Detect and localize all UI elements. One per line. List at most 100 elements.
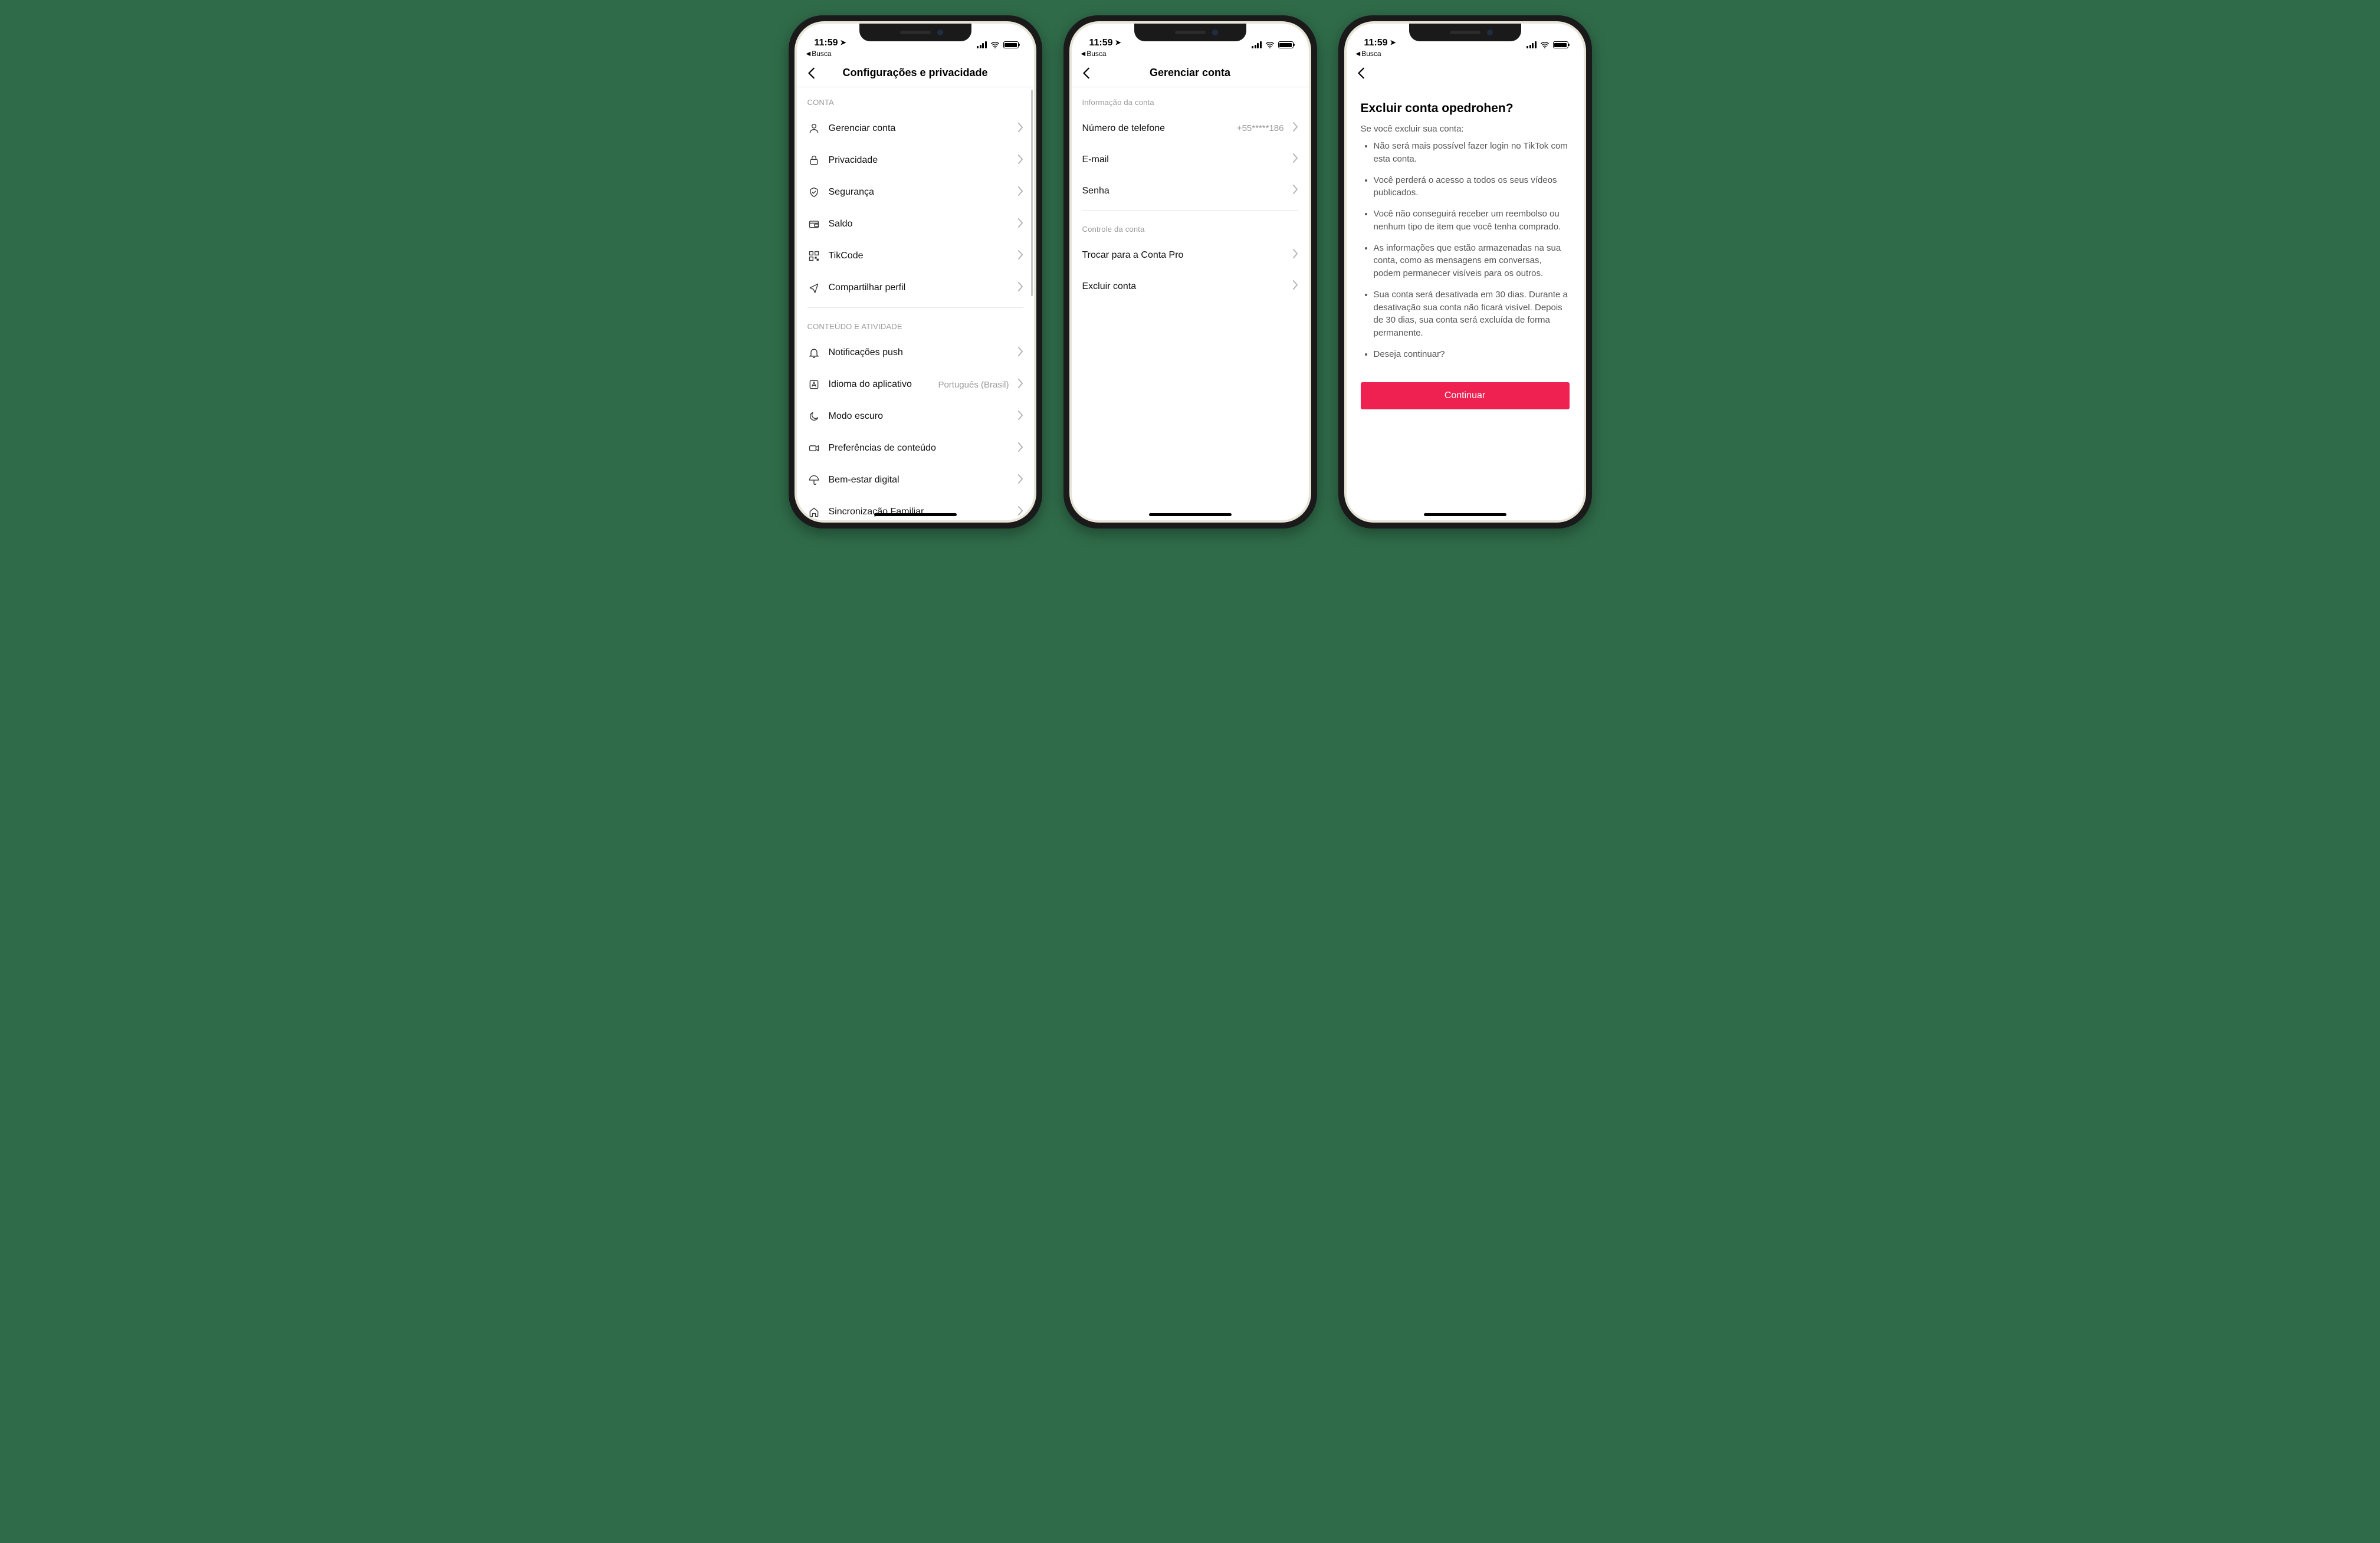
row-label: Notificações push xyxy=(829,347,1009,358)
chevron-right-icon xyxy=(1017,218,1023,231)
back-triangle-icon: ◀ xyxy=(1081,51,1086,57)
settings-list[interactable]: CONTA Gerenciar conta Privacidade Segura… xyxy=(797,87,1034,520)
row-label: Senha xyxy=(1082,186,1284,196)
chevron-right-icon xyxy=(1017,379,1023,391)
status-time: 11:59 xyxy=(1364,38,1388,48)
page-title: Gerenciar conta xyxy=(1150,67,1230,79)
section-label-content: CONTEÚDO E ATIVIDADE xyxy=(797,311,1034,337)
chevron-right-icon xyxy=(1017,123,1023,135)
cellular-signal-icon xyxy=(977,41,987,48)
home-indicator[interactable] xyxy=(1424,513,1506,516)
back-triangle-icon: ◀ xyxy=(806,51,811,57)
row-label: Número de telefone xyxy=(1082,123,1229,134)
settings-row[interactable]: Compartilhar perfil xyxy=(797,272,1034,304)
breadcrumb-back-label: Busca xyxy=(1361,50,1381,58)
back-button[interactable] xyxy=(1355,66,1369,80)
home-indicator[interactable] xyxy=(874,513,957,516)
chevron-right-icon xyxy=(1017,250,1023,262)
row-label: Gerenciar conta xyxy=(829,123,1009,134)
cellular-signal-icon xyxy=(1252,41,1262,48)
breadcrumb-back[interactable]: ◀ Busca xyxy=(1347,50,1584,59)
location-arrow-icon: ➤ xyxy=(841,38,846,47)
notch xyxy=(1409,24,1521,41)
location-arrow-icon: ➤ xyxy=(1390,38,1396,47)
settings-row[interactable]: Trocar para a Conta Pro xyxy=(1072,239,1309,271)
row-label: Excluir conta xyxy=(1082,281,1284,292)
continue-button[interactable]: Continuar xyxy=(1361,382,1570,409)
chevron-right-icon xyxy=(1017,155,1023,167)
home-indicator[interactable] xyxy=(1149,513,1232,516)
settings-row[interactable]: Gerenciar conta xyxy=(797,113,1034,145)
breadcrumb-back[interactable]: ◀ Busca xyxy=(1072,50,1309,59)
breadcrumb-back[interactable]: ◀ Busca xyxy=(797,50,1034,59)
divider xyxy=(807,307,1023,308)
status-time: 11:59 xyxy=(1089,38,1113,48)
settings-row[interactable]: Saldo xyxy=(797,208,1034,240)
settings-row[interactable]: Preferências de conteúdo xyxy=(797,432,1034,464)
settings-row[interactable]: Bem-estar digital xyxy=(797,464,1034,496)
back-button[interactable] xyxy=(805,66,819,80)
delete-account-body: Excluir conta opedrohen? Se você excluir… xyxy=(1347,87,1584,520)
back-triangle-icon: ◀ xyxy=(1356,51,1361,57)
settings-row[interactable]: Privacidade xyxy=(797,145,1034,176)
delete-bullet: Sua conta será desativada em 30 dias. Du… xyxy=(1374,288,1570,340)
delete-bullet: Deseja continuar? xyxy=(1374,348,1570,361)
settings-row[interactable]: Segurança xyxy=(797,176,1034,208)
settings-row[interactable]: Idioma do aplicativo Português (Brasil) xyxy=(797,369,1034,400)
back-chevron-icon xyxy=(1081,67,1094,80)
row-label: Saldo xyxy=(829,219,1009,229)
manage-account-list[interactable]: Informação da conta Número de telefone +… xyxy=(1072,87,1309,520)
back-chevron-icon xyxy=(1355,67,1368,80)
umbrella-icon xyxy=(807,474,820,487)
chevron-right-icon xyxy=(1292,122,1298,134)
settings-row[interactable]: Sincronização Familiar xyxy=(797,496,1034,520)
chevron-right-icon xyxy=(1292,249,1298,261)
cellular-signal-icon xyxy=(1527,41,1537,48)
battery-icon xyxy=(1278,41,1294,48)
settings-row[interactable]: Excluir conta xyxy=(1072,271,1309,302)
settings-row[interactable]: E-mail xyxy=(1072,144,1309,175)
row-value: +55*****186 xyxy=(1237,123,1284,133)
settings-row[interactable]: Notificações push xyxy=(797,337,1034,369)
breadcrumb-back-label: Busca xyxy=(1086,50,1106,58)
chevron-right-icon xyxy=(1017,347,1023,359)
chevron-right-icon xyxy=(1017,442,1023,455)
lock-icon xyxy=(807,154,820,167)
delete-subheading: Se você excluir sua conta: xyxy=(1361,124,1570,134)
qr-icon xyxy=(807,249,820,262)
section-label-control: Controle da conta xyxy=(1072,214,1309,239)
wifi-icon xyxy=(1540,41,1550,48)
delete-bullet: As informações que estão armazenadas na … xyxy=(1374,242,1570,280)
shield-icon xyxy=(807,186,820,199)
back-button[interactable] xyxy=(1080,66,1094,80)
row-label: Trocar para a Conta Pro xyxy=(1082,250,1284,261)
chevron-right-icon xyxy=(1017,506,1023,518)
wifi-icon xyxy=(1265,41,1275,48)
settings-row[interactable]: Número de telefone +55*****186 xyxy=(1072,113,1309,144)
scrollbar[interactable] xyxy=(1031,90,1033,296)
settings-row[interactable]: Senha xyxy=(1072,175,1309,206)
row-label: Compartilhar perfil xyxy=(829,283,1009,293)
row-label: Modo escuro xyxy=(829,411,1009,422)
row-value: Português (Brasil) xyxy=(938,380,1009,390)
chevron-right-icon xyxy=(1017,411,1023,423)
chevron-right-icon xyxy=(1292,280,1298,293)
battery-icon xyxy=(1003,41,1019,48)
page-title: Configurações e privacidade xyxy=(842,67,987,79)
breadcrumb-back-label: Busca xyxy=(812,50,831,58)
page-header: Gerenciar conta xyxy=(1072,59,1309,87)
row-label: E-mail xyxy=(1082,155,1284,165)
phone-frame: 11:59 ➤ ◀ Busca Gerenciar conta Informaç… xyxy=(1063,15,1317,528)
settings-row[interactable]: TikCode xyxy=(797,240,1034,272)
delete-bullet: Não será mais possível fazer login no Ti… xyxy=(1374,140,1570,166)
bell-icon xyxy=(807,346,820,359)
chevron-right-icon xyxy=(1292,153,1298,166)
divider xyxy=(1082,210,1298,211)
chevron-right-icon xyxy=(1017,186,1023,199)
settings-row[interactable]: Modo escuro xyxy=(797,400,1034,432)
delete-bullet-list: Não será mais possível fazer login no Ti… xyxy=(1361,140,1570,361)
notch xyxy=(859,24,971,41)
phone-frame: 11:59 ➤ ◀ Busca Excluir conta opedrohen?… xyxy=(1338,15,1592,528)
wallet-icon xyxy=(807,218,820,231)
person-icon xyxy=(807,122,820,135)
